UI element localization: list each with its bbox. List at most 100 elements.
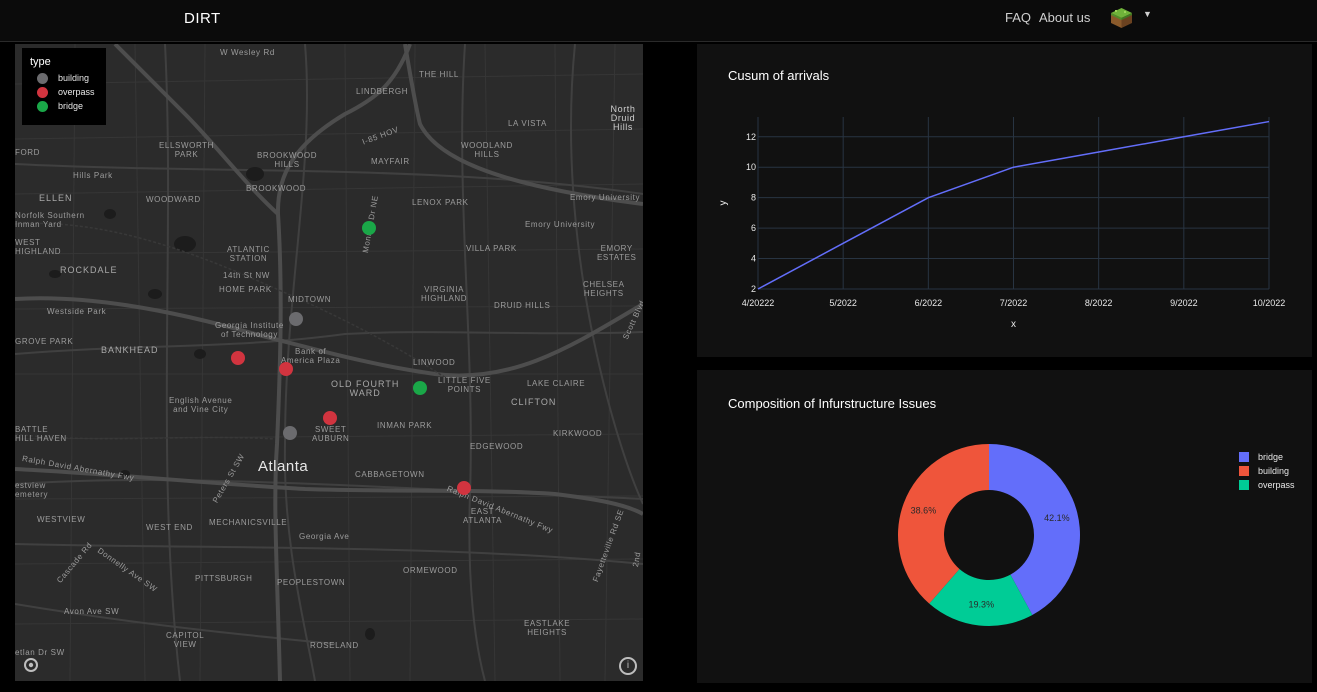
- map-label-city: Atlanta: [258, 458, 309, 475]
- map-label: ROSELAND: [310, 641, 359, 650]
- x-tick-label: 10/2022: [1253, 298, 1286, 308]
- map-label: Emory University: [570, 193, 641, 202]
- map-label: WEST END: [146, 523, 193, 532]
- legend-label: bridge: [58, 101, 84, 111]
- map-label: PEOPLESTOWN: [277, 578, 346, 587]
- info-icon[interactable]: i: [619, 657, 637, 675]
- legend-dot: [37, 100, 48, 112]
- x-tick-label: 9/2022: [1170, 298, 1198, 308]
- map-label: THE HILL: [419, 70, 459, 79]
- map-label: ELLEN: [39, 193, 73, 203]
- legend-title: type: [30, 56, 51, 68]
- y-tick-label: 12: [746, 132, 756, 142]
- legend-item-overpass[interactable]: overpass: [30, 85, 98, 99]
- map-label: WEST HIGHLAND: [15, 238, 62, 256]
- legend-item-building[interactable]: building: [30, 71, 98, 85]
- mapbox-logo-icon[interactable]: [24, 658, 38, 672]
- map-label: CHELSEA HEIGHTS: [583, 280, 625, 298]
- map-label: BATTLE HILL HAVEN: [15, 425, 67, 443]
- donut-slice-label: 38.6%: [911, 505, 937, 515]
- map-label: EMORY ESTATES: [597, 244, 637, 262]
- map-label: etlan Dr SW: [15, 648, 65, 657]
- map-label: estview emetery: [15, 481, 49, 499]
- pie-chart-title: Composition of Infurstructure Issues: [728, 396, 937, 411]
- map-label: ELLSWORTH PARK: [159, 141, 215, 159]
- map-label: MAYFAIR: [371, 157, 410, 166]
- map-label: WESTVIEW: [37, 515, 86, 524]
- map-label: LITTLE FIVE POINTS: [438, 376, 491, 394]
- map-label: MECHANICSVILLE: [209, 518, 288, 527]
- donut-slice-label: 19.3%: [969, 600, 995, 610]
- map-label: North Druid Hills: [610, 104, 636, 132]
- pie-legend-item-bridge[interactable]: bridge: [1239, 450, 1295, 464]
- x-tick-label: 8/2022: [1085, 298, 1113, 308]
- map-marker-overpass[interactable]: [457, 481, 471, 495]
- brand-title[interactable]: DIRT: [184, 10, 221, 27]
- map-label: BANKHEAD: [101, 345, 159, 355]
- nav-link-faq[interactable]: FAQ: [1005, 10, 1031, 25]
- legend-label: overpass: [58, 87, 95, 97]
- map-label: Georgia Institute of Technology: [215, 321, 284, 339]
- map-label: Georgia Ave: [299, 532, 350, 541]
- map-label: VILLA PARK: [466, 244, 517, 253]
- map-marker-bridge[interactable]: [413, 381, 427, 395]
- nav-link-about-us[interactable]: About us: [1039, 10, 1090, 25]
- map-label: Norfolk Southern Inman Yard: [15, 211, 85, 229]
- map-label: LA VISTA: [508, 119, 547, 128]
- y-tick-label: 10: [746, 162, 756, 172]
- caret-down-icon[interactable]: ▼: [1143, 9, 1152, 19]
- map-panel[interactable]: W Wesley Rd THE HILL LINDBERGH North Dru…: [15, 44, 643, 681]
- legend-item-bridge[interactable]: bridge: [30, 99, 98, 113]
- map-marker-bridge[interactable]: [362, 221, 376, 235]
- map-marker-overpass[interactable]: [231, 351, 245, 365]
- map-label: LINWOOD: [413, 358, 456, 367]
- map-label: PITTSBURGH: [195, 574, 253, 583]
- map-label: SWEET AUBURN: [312, 425, 350, 443]
- legend-dot: [37, 72, 48, 84]
- donut-chart[interactable]: 42.1% 19.3% 38.6%: [697, 370, 1312, 683]
- map-marker-building[interactable]: [289, 312, 303, 326]
- top-navbar: DIRT FAQ About us ▼: [0, 0, 1317, 42]
- y-axis-title: y: [718, 201, 729, 206]
- map-label: LENOX PARK: [412, 198, 469, 207]
- x-tick-label: 4/20222: [742, 298, 775, 308]
- map-label: OLD FOURTH WARD: [331, 379, 400, 398]
- pie-legend-item-overpass[interactable]: overpass: [1239, 478, 1295, 492]
- map-label: ATLANTIC STATION: [227, 245, 270, 263]
- map-marker-overpass[interactable]: [279, 362, 293, 376]
- map-label: HOME PARK: [219, 285, 272, 294]
- map-label: ROCKDALE: [60, 265, 118, 275]
- map-label: Westside Park: [47, 307, 107, 316]
- map-label: EAST ATLANTA: [463, 507, 503, 525]
- map-label: GROVE PARK: [15, 337, 74, 346]
- map-label: MIDTOWN: [288, 295, 332, 304]
- legend-label: building: [58, 73, 90, 83]
- map-label: ORMEWOOD: [403, 566, 458, 575]
- map-label: LAKE CLAIRE: [527, 379, 586, 388]
- map-label: WOODLAND HILLS: [461, 141, 513, 159]
- map-marker-building[interactable]: [283, 426, 297, 440]
- pie-legend-item-building[interactable]: building: [1239, 464, 1295, 478]
- map-label: KIRKWOOD: [553, 429, 603, 438]
- legend-label: building: [1258, 466, 1290, 476]
- line-chart-title: Cusum of arrivals: [728, 68, 830, 83]
- y-tick-label: 4: [751, 254, 756, 264]
- legend-swatch: [1239, 480, 1249, 490]
- pie-chart-card: 42.1% 19.3% 38.6% Composition of Infurstru…: [697, 370, 1312, 683]
- map-label: LINDBERGH: [356, 87, 409, 96]
- map-label: 14th St NW: [223, 271, 270, 280]
- x-tick-label: 7/2022: [1000, 298, 1028, 308]
- legend-label: overpass: [1258, 480, 1295, 490]
- donut-slice-label: 42.1%: [1044, 513, 1070, 523]
- map-marker-overpass[interactable]: [323, 411, 337, 425]
- avatar-icon[interactable]: [1110, 7, 1133, 29]
- map-label: BROOKWOOD: [246, 184, 307, 193]
- line-chart[interactable]: 2 4 6 8 10 12 4/20222 5/2022 6/2022 7/2022 8/2022 9…: [697, 44, 1312, 357]
- x-tick-label: 6/2022: [915, 298, 943, 308]
- map-label: WOODWARD: [146, 195, 201, 204]
- legend-swatch: [1239, 452, 1249, 462]
- x-axis-title: x: [1011, 319, 1016, 330]
- map-label: Emory University: [525, 220, 596, 229]
- legend-dot: [37, 86, 48, 98]
- legend-label: bridge: [1258, 452, 1284, 462]
